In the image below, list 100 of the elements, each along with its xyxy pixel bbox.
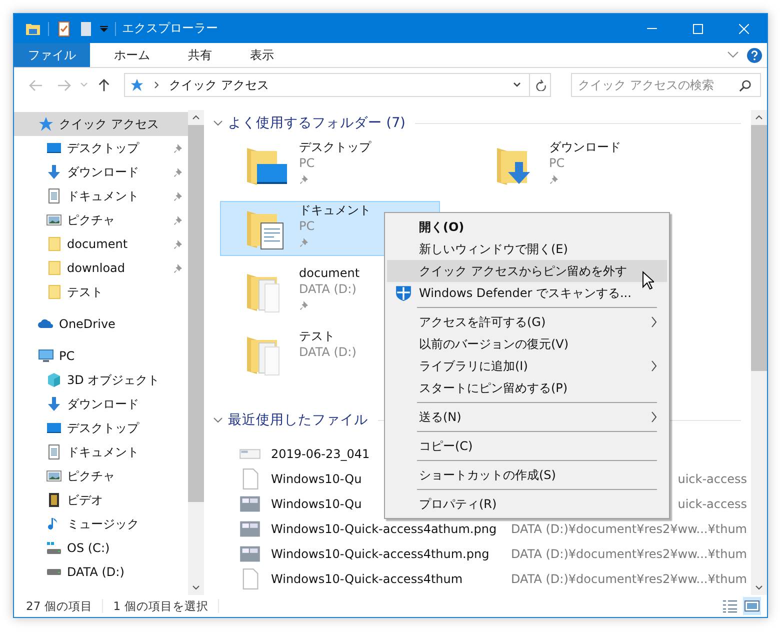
pin-icon[interactable] xyxy=(173,216,182,224)
pin-icon[interactable] xyxy=(549,174,558,184)
recent-locations-icon[interactable] xyxy=(80,82,88,88)
folder-tile[interactable]: デスクトップ PC xyxy=(220,138,440,193)
folder-name: document xyxy=(299,265,360,281)
up-arrow-icon[interactable] xyxy=(97,78,111,92)
nav-item[interactable]: デスクトップ xyxy=(14,416,188,440)
menu-item[interactable]: アクセスを許可する(G) xyxy=(387,311,667,333)
mouse-pointer-icon xyxy=(642,271,654,290)
file-path: DATA (D:)¥document¥res2¥ww...¥thum xyxy=(511,572,747,586)
folder-name: テスト xyxy=(299,328,336,344)
nav-item[interactable]: document xyxy=(14,232,188,256)
chevron-icon xyxy=(153,81,161,89)
dropdown-icon[interactable] xyxy=(513,81,521,89)
windows-drive-icon xyxy=(46,540,62,556)
file-path: DATA (D:)¥document¥res2¥ww...¥thum xyxy=(511,546,747,560)
pin-icon[interactable] xyxy=(299,174,308,184)
large-icons-view-icon[interactable] xyxy=(743,597,761,615)
scroll-up-icon[interactable] xyxy=(755,115,763,120)
folder-name: ダウンロード xyxy=(549,139,622,155)
address-field[interactable]: クイック アクセス xyxy=(124,73,551,97)
close-icon xyxy=(739,24,749,34)
ribbon-tab[interactable]: ファイル xyxy=(14,43,90,67)
search-icon xyxy=(739,78,752,92)
minimize-icon xyxy=(647,28,657,29)
nav-item[interactable]: テスト xyxy=(14,280,188,304)
ribbon-tab[interactable]: 表示 xyxy=(236,43,288,67)
menu-item[interactable]: スタートにピン留めする(P) xyxy=(387,377,667,399)
nav-item[interactable]: ピクチャ xyxy=(14,208,188,232)
desktop-icon xyxy=(46,140,62,156)
folder-icon xyxy=(46,260,62,276)
pin-icon[interactable] xyxy=(299,238,308,246)
nav-item[interactable]: OneDrive xyxy=(14,312,188,336)
menu-item[interactable]: ショートカットの作成(S) xyxy=(387,464,667,486)
ribbon-tab[interactable]: 共有 xyxy=(174,43,226,67)
checklist-icon[interactable] xyxy=(56,20,72,36)
menu-item[interactable]: クイック アクセスからピン留めを外す xyxy=(387,260,667,282)
nav-item[interactable]: ミュージック xyxy=(14,512,188,536)
scroll-down-icon[interactable] xyxy=(755,585,763,590)
folder-icon xyxy=(46,236,62,252)
file-path: DATA (D:)¥document¥res2¥ww...¥thum xyxy=(511,522,747,536)
folder-icon xyxy=(46,284,62,300)
down-arrow-icon xyxy=(46,164,62,180)
scroll-down-icon[interactable] xyxy=(192,585,200,590)
help-icon[interactable] xyxy=(747,48,762,62)
collapse-icon[interactable] xyxy=(213,417,224,423)
desktop-icon xyxy=(46,420,62,436)
nav-item[interactable]: download xyxy=(14,256,188,280)
file-name[interactable]: Windows10-Quick-access4thum xyxy=(271,572,512,586)
nav-item[interactable]: PC xyxy=(14,344,188,368)
star-icon xyxy=(130,78,144,92)
section-heading[interactable]: よく使用するフォルダー (7) xyxy=(228,114,406,132)
pin-icon[interactable] xyxy=(173,240,182,248)
nav-item[interactable]: ダウンロード xyxy=(14,160,188,184)
file-name[interactable]: Windows10-Quick-access4athum.png xyxy=(271,522,512,536)
scrollbar[interactable] xyxy=(751,110,767,595)
document-icon xyxy=(46,188,62,204)
pin-icon[interactable] xyxy=(299,300,308,310)
scrollbar[interactable] xyxy=(188,110,204,595)
section-heading[interactable]: 最近使用したファイル xyxy=(228,411,368,429)
nav-item[interactable]: ビデオ xyxy=(14,488,188,512)
menu-item[interactable]: 送る(N) xyxy=(387,406,667,428)
menu-item[interactable]: ライブラリに追加(I) xyxy=(387,355,667,377)
pin-icon[interactable] xyxy=(173,144,182,152)
shield-icon xyxy=(394,284,412,302)
file-path: uick-access xyxy=(678,496,747,510)
expand-ribbon-icon[interactable] xyxy=(727,51,739,59)
pin-icon[interactable] xyxy=(173,168,182,176)
folder-location: DATA (D:) xyxy=(299,344,356,360)
search-field[interactable]: クイック アクセスの検索 xyxy=(571,73,761,97)
monitor-icon xyxy=(38,348,54,364)
blank-page-icon[interactable] xyxy=(78,20,94,36)
folder-location: PC xyxy=(299,218,316,234)
collapse-icon[interactable] xyxy=(213,120,224,126)
nav-item[interactable]: ドキュメント xyxy=(14,184,188,208)
scroll-up-icon[interactable] xyxy=(192,115,200,120)
menu-item[interactable]: 以前のバージョンの復元(V) xyxy=(387,333,667,355)
back-arrow-icon[interactable] xyxy=(29,78,43,92)
menu-item[interactable]: コピー(C) xyxy=(387,435,667,457)
ribbon-tab[interactable]: ホーム xyxy=(100,43,164,67)
file-path: uick-access xyxy=(678,472,747,486)
pin-icon[interactable] xyxy=(173,192,182,200)
nav-item[interactable]: ピクチャ xyxy=(14,464,188,488)
folder-tile[interactable]: ダウンロード PC xyxy=(470,138,690,193)
folder-name: デスクトップ xyxy=(299,139,372,155)
nav-item[interactable]: ダウンロード xyxy=(14,392,188,416)
file-name[interactable]: Windows10-Quick-access4thum.png xyxy=(271,546,512,560)
forward-arrow-icon[interactable] xyxy=(57,78,71,92)
pin-icon[interactable] xyxy=(173,264,182,272)
nav-item[interactable]: 3D オブジェクト xyxy=(14,368,188,392)
nav-item[interactable]: クイック アクセス xyxy=(14,112,188,136)
down-arrow-icon xyxy=(46,396,62,412)
menu-item[interactable]: プロパティ(R) xyxy=(387,493,667,515)
dropdown-icon[interactable] xyxy=(100,24,108,32)
menu-item[interactable]: Windows Defender でスキャンする... xyxy=(387,282,667,304)
nav-item[interactable]: DATA (D:) xyxy=(14,560,188,584)
refresh-icon[interactable] xyxy=(534,79,546,91)
nav-item[interactable]: デスクトップ xyxy=(14,136,188,160)
nav-item[interactable]: OS (C:) xyxy=(14,536,188,560)
nav-item[interactable]: ドキュメント xyxy=(14,440,188,464)
